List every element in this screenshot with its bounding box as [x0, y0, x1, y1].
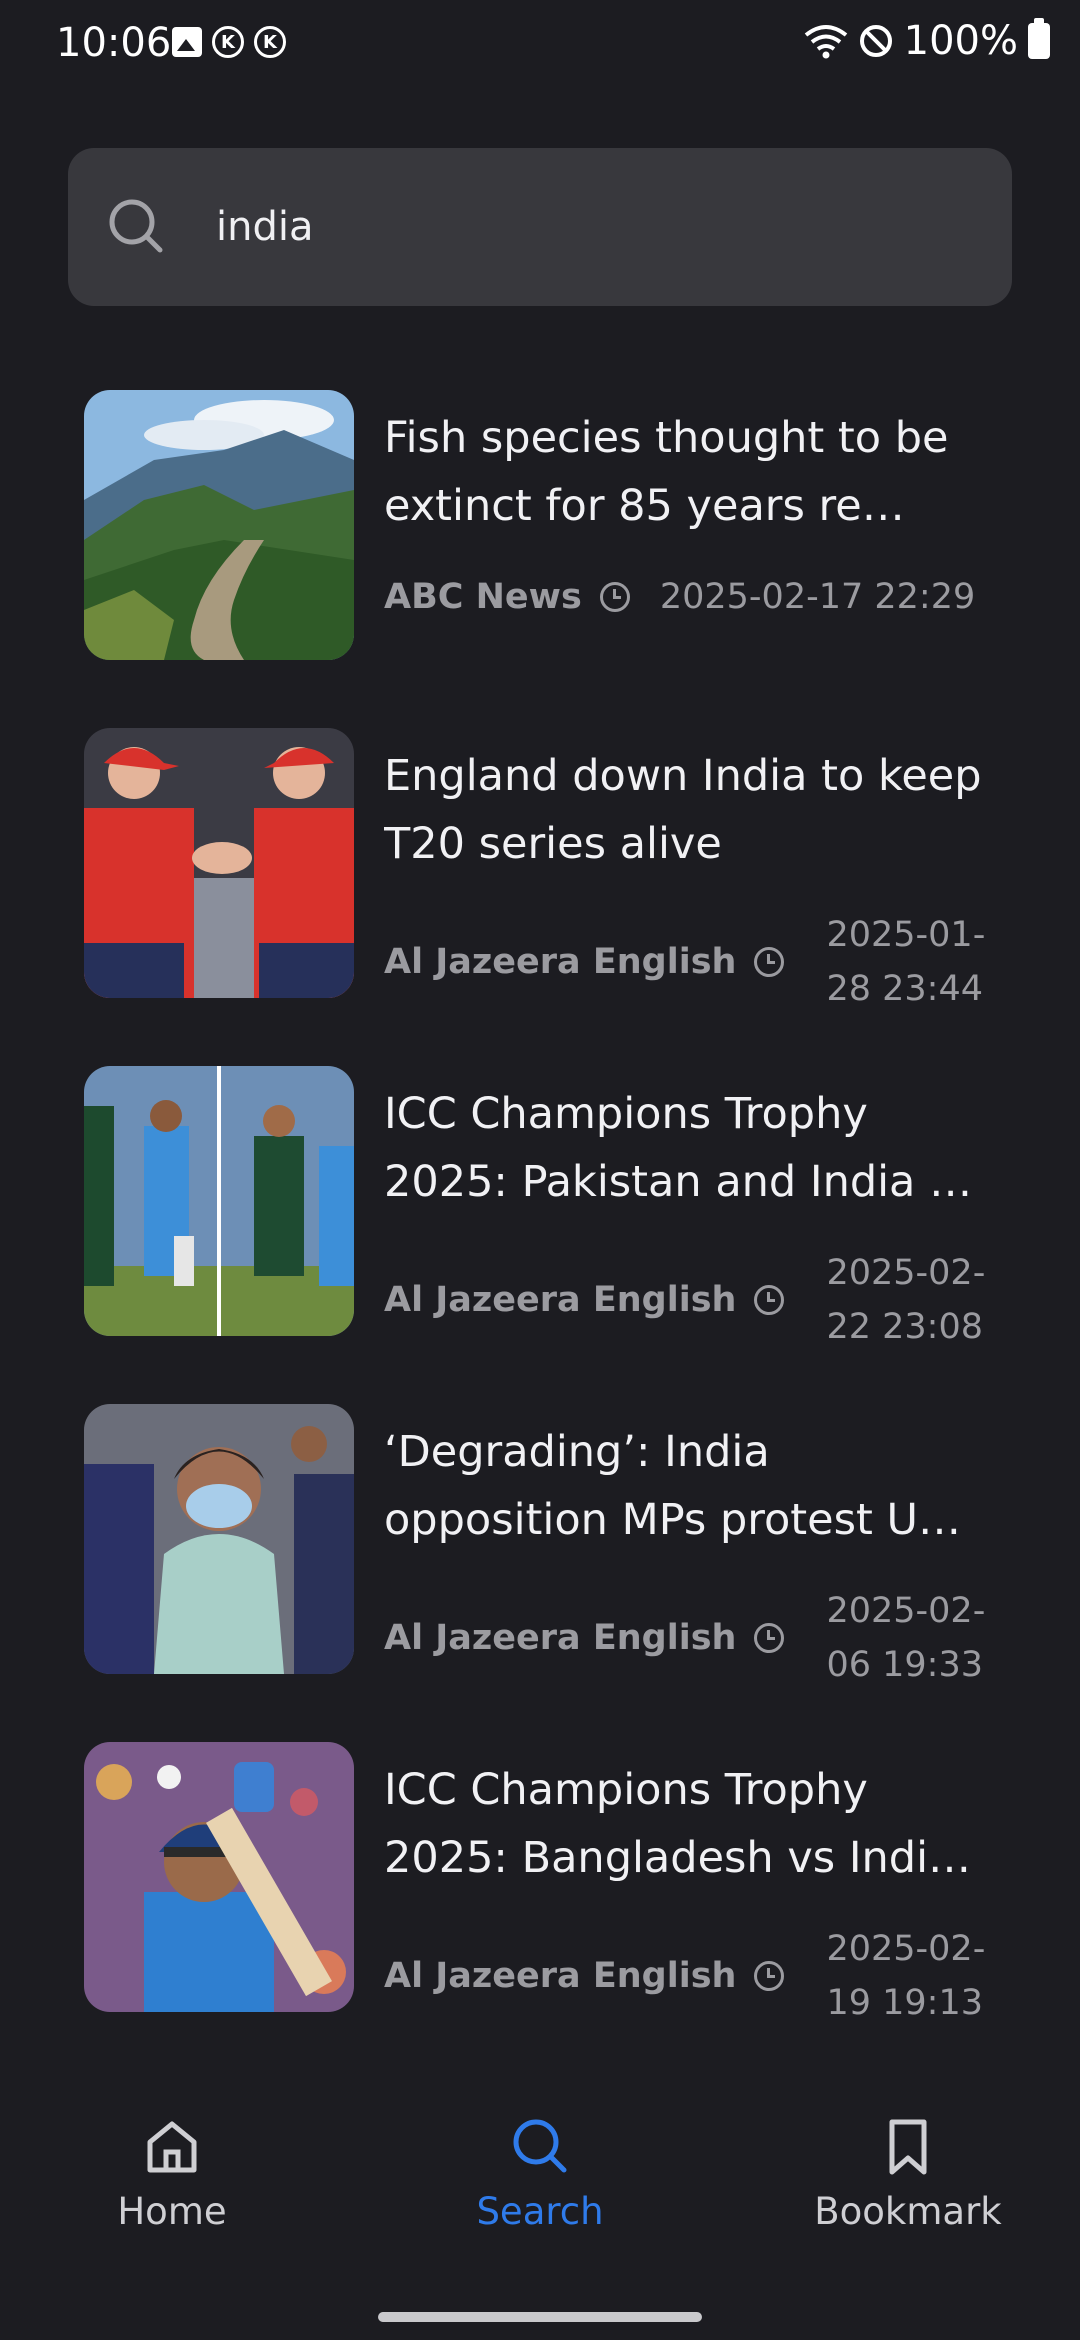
- battery-percentage: 100%: [903, 18, 1018, 64]
- article-source: Al Jazeera English: [384, 942, 737, 982]
- k-notification-icon: K: [212, 26, 244, 58]
- article-meta: Al Jazeera English 2025-02-22 23:08: [384, 1246, 994, 1354]
- notification-icons: K K: [172, 26, 286, 58]
- clock-icon: [754, 947, 785, 977]
- article-title[interactable]: ICC Champions Trophy 2025: Pakistan and …: [384, 1080, 984, 1216]
- article-date: 2025-02-22 23:08: [826, 1253, 986, 1347]
- article-thumbnail[interactable]: [84, 728, 354, 998]
- article-item[interactable]: ICC Champions Trophy 2025: Pakistan and …: [84, 1066, 1004, 1347]
- search-icon: [513, 2119, 567, 2173]
- article-thumbnail[interactable]: [84, 1742, 354, 2012]
- k-notification-icon: K: [254, 26, 286, 58]
- article-source: Al Jazeera English: [384, 1618, 737, 1658]
- article-item[interactable]: ‘Degrading’: India opposition MPs protes…: [84, 1404, 1004, 1685]
- wifi-icon: [804, 25, 847, 59]
- clock-icon: [599, 582, 630, 612]
- article-thumbnail[interactable]: [84, 1404, 354, 1674]
- status-bar: 10:06 K K 100%: [0, 0, 1080, 90]
- article-item[interactable]: Fish species thought to be extinct for 8…: [84, 390, 1004, 660]
- article-title[interactable]: England down India to keep T20 series al…: [384, 742, 984, 878]
- home-icon: [147, 2121, 197, 2173]
- article-source: Al Jazeera English: [384, 1280, 737, 1320]
- search-bar[interactable]: [68, 148, 1012, 306]
- home-indicator[interactable]: [378, 2312, 702, 2322]
- nav-search[interactable]: Search: [390, 2080, 690, 2233]
- article-source: Al Jazeera English: [384, 1956, 737, 1996]
- article-date: 2025-01-28 23:44: [826, 915, 986, 1009]
- article-meta: Al Jazeera English 2025-01-28 23:44: [384, 908, 994, 1016]
- nav-bookmark[interactable]: Bookmark: [758, 2080, 1058, 2233]
- article-title[interactable]: Fish species thought to be extinct for 8…: [384, 404, 984, 540]
- article-source: ABC News: [384, 577, 582, 617]
- status-time: 10:06: [56, 20, 172, 66]
- nav-bookmark-label: Bookmark: [814, 2190, 1002, 2233]
- nav-search-label: Search: [476, 2190, 604, 2233]
- article-date: 2025-02-17 22:29: [659, 577, 976, 617]
- clock-icon: [754, 1285, 785, 1315]
- do-not-disturb-icon: [859, 25, 892, 57]
- article-thumbnail[interactable]: [84, 1066, 354, 1336]
- article-title[interactable]: ICC Champions Trophy 2025: Bangladesh vs…: [384, 1756, 984, 1892]
- article-meta: ABC News 2025-02-17 22:29: [384, 570, 994, 624]
- article-meta: Al Jazeera English 2025-02-06 19:33: [384, 1584, 994, 1692]
- article-date: 2025-02-06 19:33: [826, 1591, 986, 1685]
- search-icon: [109, 199, 163, 253]
- clock-icon: [754, 1623, 785, 1653]
- article-thumbnail[interactable]: [84, 390, 354, 660]
- article-title[interactable]: ‘Degrading’: India opposition MPs protes…: [384, 1418, 984, 1554]
- search-input[interactable]: [214, 186, 978, 268]
- nav-home-label: Home: [117, 2190, 227, 2233]
- article-item[interactable]: ICC Champions Trophy 2025: Bangladesh vs…: [84, 1742, 1004, 2023]
- image-notification-icon: [172, 27, 202, 57]
- system-icons: 100%: [804, 18, 1050, 64]
- battery-icon: [1028, 18, 1050, 59]
- nav-home[interactable]: Home: [22, 2080, 322, 2233]
- article-item[interactable]: England down India to keep T20 series al…: [84, 728, 1004, 1009]
- bookmark-icon: [889, 2119, 927, 2175]
- article-date: 2025-02-19 19:13: [826, 1929, 986, 2023]
- clock-icon: [754, 1961, 785, 1991]
- bottom-navigation: Home Search Bookmark: [0, 2080, 1080, 2280]
- article-meta: Al Jazeera English 2025-02-19 19:13: [384, 1922, 994, 2030]
